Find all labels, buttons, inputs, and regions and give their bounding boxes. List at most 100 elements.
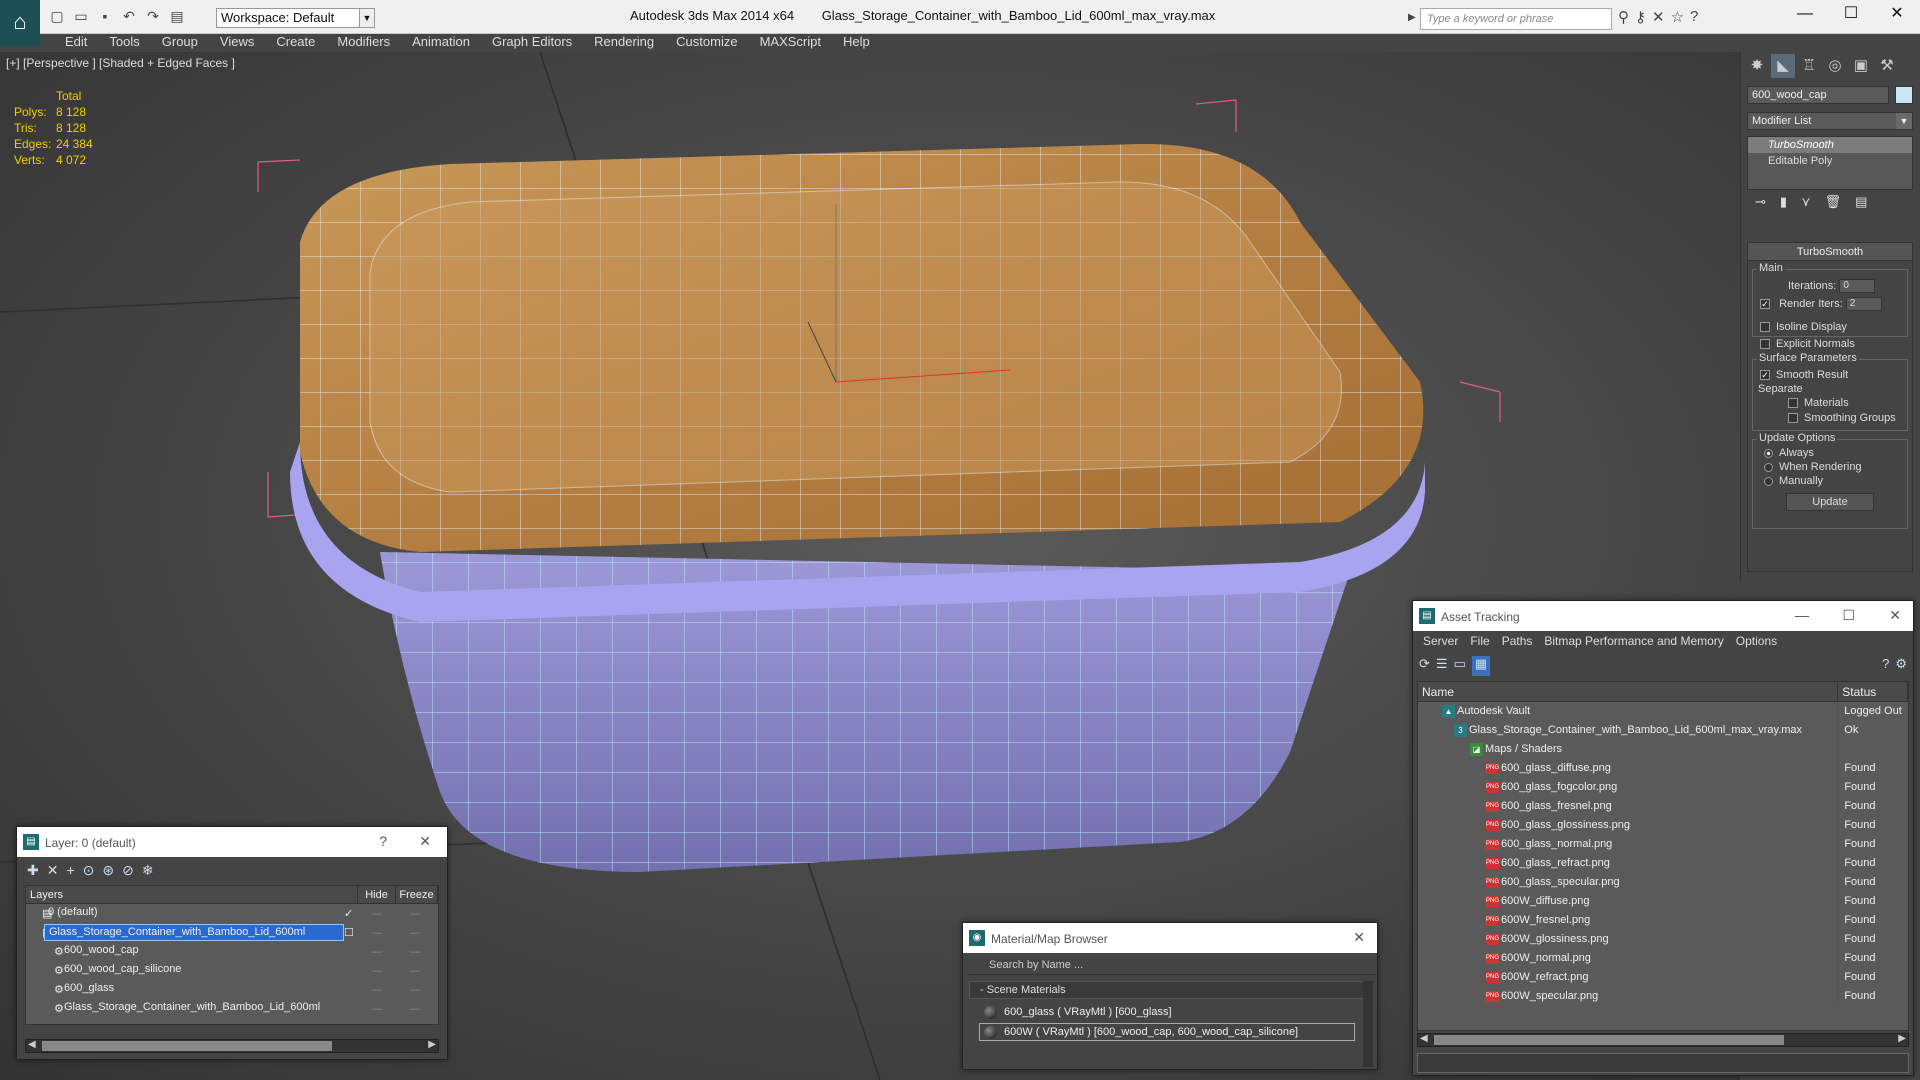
scroll-thumb[interactable]: [42, 1041, 332, 1051]
hide-toggle[interactable]: —: [358, 965, 396, 977]
chevron-down-icon[interactable]: ▼: [1896, 113, 1912, 129]
always-option[interactable]: Always: [1764, 447, 1814, 459]
table-row[interactable]: ⚙ 600_glass — —: [26, 980, 438, 999]
menu-rendering[interactable]: Rendering: [583, 34, 665, 52]
table-row[interactable]: PNG 600W_refract.png Found: [1418, 968, 1908, 987]
scroll-left-icon[interactable]: ◀: [1420, 1033, 1428, 1044]
maximize-icon[interactable]: ☐: [1828, 0, 1874, 30]
asset-path-field[interactable]: [1417, 1053, 1909, 1073]
close-icon[interactable]: ✕: [1889, 607, 1901, 624]
freeze-all-icon[interactable]: ❄: [142, 862, 154, 880]
menu-options[interactable]: Options: [1730, 631, 1783, 651]
create-tab-icon[interactable]: ✸: [1745, 54, 1769, 78]
utilities-tab-icon[interactable]: ⚒: [1875, 54, 1899, 78]
motion-tab-icon[interactable]: ◎: [1823, 54, 1847, 78]
table-row[interactable]: PNG 600_glass_normal.png Found: [1418, 835, 1908, 854]
list-item[interactable]: 600_glass ( VRayMtl ) [600_glass]: [979, 1003, 1355, 1021]
minimize-icon[interactable]: —: [1795, 607, 1809, 623]
table-row[interactable]: ▤ 0 (default) ✓ — —: [26, 904, 438, 923]
rollout-title[interactable]: TurboSmooth: [1748, 243, 1912, 261]
menu-edit[interactable]: Edit: [54, 34, 98, 52]
add-to-layer-icon[interactable]: +: [66, 862, 74, 880]
project-folder-icon[interactable]: ▤: [168, 8, 186, 24]
col-name[interactable]: Name: [1418, 682, 1839, 701]
when-rendering-radio[interactable]: [1764, 462, 1773, 472]
explicit-normals-checkbox[interactable]: [1760, 339, 1770, 350]
horizontal-scrollbar[interactable]: ◀ ▶: [1417, 1033, 1909, 1047]
freeze-toggle[interactable]: —: [396, 908, 434, 920]
menu-group[interactable]: Group: [151, 34, 209, 52]
horizontal-scrollbar[interactable]: ◀ ▶: [25, 1039, 439, 1053]
manually-option[interactable]: Manually: [1764, 475, 1823, 487]
col-layers[interactable]: Layers: [26, 886, 358, 903]
hide-all-icon[interactable]: ⊘: [122, 862, 134, 880]
menu-bitmap-performance[interactable]: Bitmap Performance and Memory: [1538, 631, 1729, 651]
new-layer-icon[interactable]: ✚: [27, 862, 39, 880]
list-view-icon[interactable]: ☰: [1436, 656, 1448, 676]
smooth-result-checkbox[interactable]: ✓: [1760, 370, 1770, 381]
undo-icon[interactable]: ↶: [120, 8, 138, 24]
material-search-input[interactable]: Search by Name ...: [967, 957, 1375, 975]
always-radio[interactable]: [1764, 448, 1773, 458]
col-status[interactable]: Status: [1838, 682, 1908, 701]
smoothing-groups-checkbox[interactable]: [1788, 413, 1798, 424]
show-end-result-icon[interactable]: ▮: [1780, 194, 1787, 214]
menu-paths[interactable]: Paths: [1496, 631, 1539, 651]
table-row[interactable]: ⚙ 600_wood_cap — —: [26, 942, 438, 961]
close-icon[interactable]: ✕: [419, 833, 431, 850]
table-row[interactable]: PNG 600W_specular.png Found: [1418, 987, 1908, 1006]
viewport-label[interactable]: [+] [Perspective ] [Shaded + Edged Faces…: [6, 56, 235, 70]
table-row[interactable]: PNG 600W_diffuse.png Found: [1418, 892, 1908, 911]
binoculars-icon[interactable]: ⚲: [1618, 8, 1629, 26]
display-tab-icon[interactable]: ▣: [1849, 54, 1873, 78]
save-icon[interactable]: ▪: [96, 8, 114, 24]
search-input[interactable]: Type a keyword or phrase: [1420, 8, 1612, 30]
make-unique-icon[interactable]: ⋎: [1801, 194, 1811, 214]
remove-modifier-icon[interactable]: 🗑: [1825, 194, 1842, 214]
table-row[interactable]: PNG 600W_fresnel.png Found: [1418, 911, 1908, 930]
help-icon[interactable]: ?: [1882, 656, 1889, 676]
app-menu-button[interactable]: ⌂: [0, 0, 40, 46]
layer-window-header[interactable]: ▤ Layer: 0 (default) ? ✕: [17, 827, 447, 857]
asset-tracking-header[interactable]: ▤ Asset Tracking — ☐ ✕: [1413, 601, 1913, 631]
table-row[interactable]: PNG 600_glass_refract.png Found: [1418, 854, 1908, 873]
table-row[interactable]: ▤ Glass_Storage_Container_with_Bamboo_Li…: [26, 923, 438, 942]
list-item[interactable]: 600W ( VRayMtl ) [600_wood_cap, 600_wood…: [979, 1023, 1355, 1041]
modify-tab-icon[interactable]: ◣: [1771, 54, 1795, 78]
object-name-field[interactable]: 600_wood_cap: [1747, 86, 1889, 104]
when-rendering-option[interactable]: When Rendering: [1764, 461, 1862, 473]
isoline-checkbox[interactable]: [1760, 322, 1770, 333]
workspace-dropdown[interactable]: Workspace: Default ▼: [216, 8, 375, 28]
new-file-icon[interactable]: ▢: [48, 8, 66, 24]
table-row[interactable]: ⚙ 600_wood_cap_silicone — —: [26, 961, 438, 980]
scroll-left-icon[interactable]: ◀: [28, 1039, 36, 1050]
menu-file[interactable]: File: [1464, 631, 1495, 651]
table-row[interactable]: ▲ Autodesk Vault Logged Out: [1418, 702, 1908, 721]
menu-tools[interactable]: Tools: [98, 34, 150, 52]
render-iters-checkbox[interactable]: ✓: [1760, 299, 1770, 309]
key-icon[interactable]: ⚷: [1635, 8, 1646, 26]
highlight-layer-icon[interactable]: ⊛: [102, 862, 114, 880]
thumbnail-view-icon[interactable]: ▭: [1454, 656, 1466, 676]
hide-toggle[interactable]: —: [358, 984, 396, 996]
refresh-icon[interactable]: ⟳: [1419, 656, 1430, 676]
table-row[interactable]: PNG 600W_glossiness.png Found: [1418, 930, 1908, 949]
hide-toggle[interactable]: —: [358, 908, 396, 920]
pin-stack-icon[interactable]: ⊸: [1755, 194, 1766, 214]
freeze-toggle[interactable]: —: [396, 965, 434, 977]
close-icon[interactable]: ✕: [1874, 0, 1920, 30]
update-button[interactable]: Update: [1786, 493, 1874, 511]
isoline-option[interactable]: Isoline Display: [1760, 321, 1847, 333]
hide-toggle[interactable]: —: [358, 1003, 396, 1015]
object-color-swatch[interactable]: [1895, 86, 1913, 104]
table-row[interactable]: PNG 600_glass_fogcolor.png Found: [1418, 778, 1908, 797]
menu-help[interactable]: Help: [832, 34, 881, 52]
scroll-thumb[interactable]: [1434, 1035, 1784, 1045]
hierarchy-tab-icon[interactable]: ♖: [1797, 54, 1821, 78]
smoothing-groups-option[interactable]: Smoothing Groups: [1788, 412, 1896, 424]
scene-materials-section[interactable]: - Scene Materials: [969, 981, 1369, 999]
table-row[interactable]: ⚙ Glass_Storage_Container_with_Bamboo_Li…: [26, 999, 438, 1018]
freeze-toggle[interactable]: —: [396, 984, 434, 996]
configure-sets-icon[interactable]: ▤: [1855, 194, 1867, 214]
menu-maxscript[interactable]: MAXScript: [749, 34, 832, 52]
